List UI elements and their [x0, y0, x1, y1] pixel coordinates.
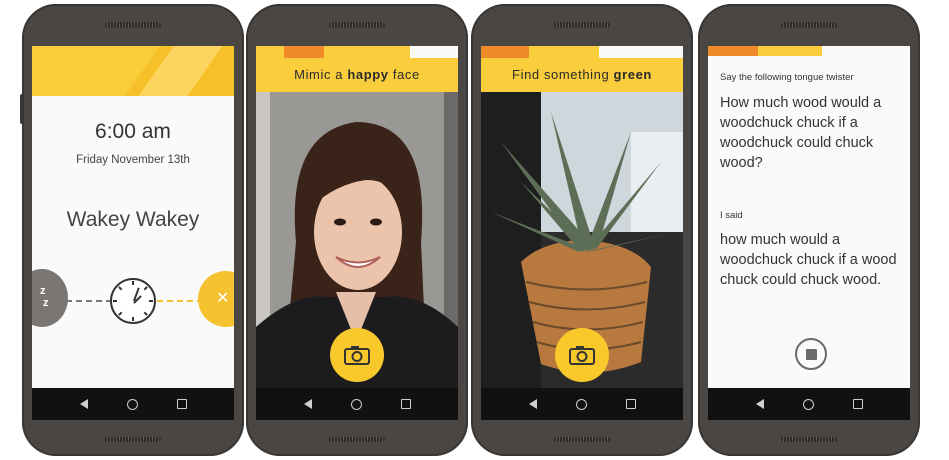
- speaker-grille: [329, 22, 385, 28]
- phone-speech-challenge: Say the following tongue twister How muc…: [698, 4, 920, 456]
- header-stripe: [256, 46, 458, 58]
- alarm-clock-icon[interactable]: [110, 278, 156, 324]
- alarm-screen: 6:00 am Friday November 13th Wakey Wakey…: [32, 46, 234, 420]
- nav-bar: [481, 388, 683, 420]
- back-icon[interactable]: [303, 399, 312, 409]
- nav-bar: [32, 388, 234, 420]
- recents-icon[interactable]: [625, 399, 636, 409]
- snooze-button[interactable]: z z: [32, 269, 68, 327]
- home-icon[interactable]: [802, 398, 814, 410]
- home-icon[interactable]: [126, 398, 138, 410]
- dismiss-button[interactable]: ✕: [198, 271, 234, 327]
- phone-color-challenge: Find something green: [471, 4, 693, 456]
- home-icon[interactable]: [350, 398, 362, 410]
- alarm-date: Friday November 13th: [76, 154, 190, 166]
- snooze-track: [66, 300, 112, 302]
- recents-icon[interactable]: [852, 399, 863, 409]
- bottom-grille: [105, 437, 161, 442]
- speaker-grille: [105, 22, 161, 28]
- said-label: I said: [720, 210, 743, 221]
- tongue-twister-text: How much wood would a woodchuck chuck if…: [720, 95, 882, 171]
- challenge-emphasis: happy: [347, 67, 389, 82]
- color-challenge-screen: Find something green: [481, 46, 683, 420]
- back-icon[interactable]: [755, 399, 764, 409]
- bottom-grille: [781, 437, 837, 442]
- alarm-time: 6:00 am: [95, 120, 171, 143]
- nav-bar: [708, 388, 910, 420]
- stop-icon: [805, 348, 817, 360]
- camera-icon: [569, 346, 595, 365]
- challenge-emphasis: green: [613, 67, 652, 82]
- side-button: [20, 94, 24, 124]
- speaker-grille: [781, 22, 837, 28]
- camera-icon: [344, 346, 370, 365]
- alarm-greeting: Wakey Wakey: [66, 208, 200, 231]
- capture-button[interactable]: [330, 328, 384, 382]
- capture-button[interactable]: [555, 328, 609, 382]
- alarm-header: [32, 46, 234, 96]
- header-stripe: [708, 46, 910, 56]
- header-stripe: [481, 46, 683, 58]
- speech-challenge-screen: Say the following tongue twister How muc…: [708, 46, 910, 420]
- back-icon[interactable]: [528, 399, 537, 409]
- instruction-label: Say the following tongue twister: [720, 72, 854, 83]
- challenge-title: Mimic a happy face: [256, 58, 458, 92]
- bottom-grille: [329, 437, 385, 442]
- recents-icon[interactable]: [400, 399, 411, 409]
- bottom-grille: [554, 437, 610, 442]
- snooze-icon: z z: [40, 285, 49, 309]
- phone-face-challenge: Mimic a happy face: [246, 4, 468, 456]
- dismiss-track: [157, 300, 203, 302]
- transcript-text: how much would a woodchuck chuck if a wo…: [720, 232, 897, 288]
- speaker-grille: [554, 22, 610, 28]
- stop-recording-button[interactable]: [795, 338, 827, 370]
- back-icon[interactable]: [79, 399, 88, 409]
- recents-icon[interactable]: [176, 399, 187, 409]
- phone-alarm: 6:00 am Friday November 13th Wakey Wakey…: [20, 4, 244, 456]
- challenge-title: Find something green: [481, 58, 683, 92]
- home-icon[interactable]: [575, 398, 587, 410]
- nav-bar: [256, 388, 458, 420]
- close-icon: ✕: [216, 290, 230, 307]
- face-challenge-screen: Mimic a happy face: [256, 46, 458, 420]
